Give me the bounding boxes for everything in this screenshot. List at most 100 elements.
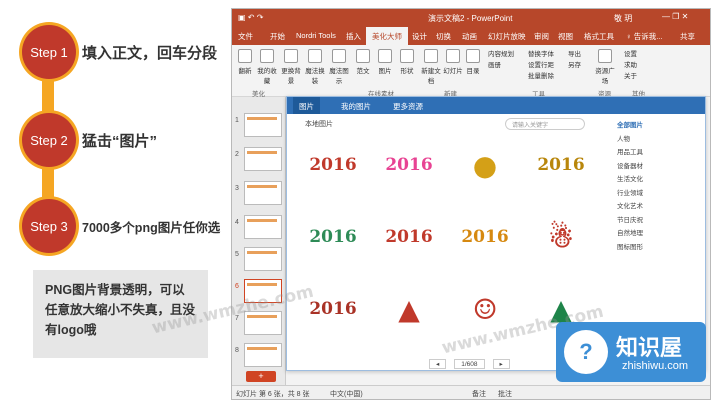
tab-pictures[interactable]: 图片 — [293, 97, 320, 114]
tab-home[interactable]: 开始 — [270, 31, 285, 42]
tab-nordri[interactable]: Nordri Tools — [296, 31, 336, 40]
templates-label: 范文 — [356, 68, 370, 75]
magic-dress-button[interactable]: 魔法换装 — [304, 49, 326, 85]
picture-icon — [378, 49, 392, 63]
next-page-button[interactable]: ▸ — [492, 359, 510, 369]
image-thumb[interactable]: 2016 — [379, 211, 439, 263]
step-3-text: 7000多个png图片任你选 — [82, 221, 221, 235]
tab-more-resources[interactable]: 更多资源 — [393, 101, 423, 112]
image-thumb[interactable]: 2016 — [379, 139, 439, 191]
help-button[interactable]: 求助 — [624, 60, 637, 71]
slide-number: 8 — [235, 347, 239, 354]
category-people[interactable]: 人物 — [617, 133, 697, 147]
add-slide-button[interactable]: + — [246, 371, 276, 382]
tab-format[interactable]: 格式工具 — [584, 31, 614, 42]
favorites-button[interactable]: 我的收藏 — [256, 49, 278, 85]
slide-thumb-3[interactable] — [244, 181, 282, 205]
image-thumb[interactable]: ● — [455, 139, 515, 191]
status-bar: 幻灯片 第 6 张，共 8 张 中文(中国) 备注 批注 — [232, 385, 710, 399]
batch-delete-button[interactable]: 批量删除 — [528, 71, 554, 82]
category-industry[interactable]: 行业领域 — [617, 187, 697, 201]
favorites-icon — [260, 49, 274, 63]
slide-number: 1 — [235, 117, 239, 124]
change-bg-button[interactable]: 更换背景 — [280, 49, 302, 85]
image-thumb[interactable]: 2016 — [303, 139, 363, 191]
slide-thumb-1[interactable] — [244, 113, 282, 137]
export-button[interactable]: 导出 — [568, 49, 581, 60]
other-group: 设置 求助 关于 — [624, 49, 637, 82]
picture-button[interactable]: 图片 — [374, 49, 396, 75]
prev-page-button[interactable]: ◂ — [429, 359, 447, 369]
search-input[interactable]: 请输入关键字 — [505, 118, 585, 130]
slide-number: 5 — [235, 251, 239, 258]
magic-dress-label: 魔法换装 — [305, 68, 325, 85]
diagram-icon — [332, 49, 346, 63]
category-festival[interactable]: 节日庆祝 — [617, 214, 697, 228]
image-thumb[interactable]: 2016 — [303, 211, 363, 263]
tab-transitions[interactable]: 切换 — [436, 31, 451, 42]
window-controls[interactable]: — ❐ ✕ — [662, 12, 688, 21]
image-thumb[interactable]: 2016 — [455, 211, 515, 263]
replace-font-button[interactable]: 替换字体 — [528, 49, 554, 60]
tab-view[interactable]: 视图 — [558, 31, 573, 42]
templates-button[interactable]: 范文 — [352, 49, 374, 75]
step-1-badge: Step 1 — [22, 25, 76, 79]
shape-icon — [400, 49, 414, 63]
image-thumb[interactable]: ▲ — [379, 283, 439, 335]
tab-design[interactable]: 设计 — [412, 31, 427, 42]
resource-plaza-button[interactable]: 资源广场 — [594, 49, 616, 85]
template-icon — [356, 49, 370, 63]
category-tools[interactable]: 用品工具 — [617, 146, 697, 160]
image-content: 2016 — [309, 155, 357, 175]
tab-my-pictures[interactable]: 我的图片 — [341, 101, 371, 112]
ribbon-tabs: 文件 开始 Nordri Tools 插入 美化大师 设计 切换 动画 幻灯片放… — [232, 27, 710, 45]
slide-thumb-8[interactable] — [244, 343, 282, 367]
picture-label: 图片 — [378, 68, 392, 75]
about-button[interactable]: 关于 — [624, 71, 637, 82]
comments-button[interactable]: 批注 — [498, 389, 512, 399]
page-indicator: 1/608 — [454, 359, 485, 369]
image-content: ☺ — [472, 292, 498, 326]
notes-button[interactable]: 备注 — [472, 389, 486, 399]
image-thumb[interactable]: 2016 — [531, 139, 591, 191]
new-doc-button[interactable]: 新建文档 — [420, 49, 442, 85]
tab-review[interactable]: 审阅 — [534, 31, 549, 42]
plan-button[interactable]: 内容规划 — [488, 49, 514, 60]
slide-icon — [446, 49, 460, 63]
album-button[interactable]: 画册 — [488, 60, 514, 71]
tab-beautify[interactable]: 美化大师 — [366, 27, 408, 45]
save-as-button[interactable]: 另存 — [568, 60, 581, 71]
settings-button[interactable]: 设置 — [624, 49, 637, 60]
slide-button[interactable]: 幻灯片 — [442, 49, 464, 75]
slide-thumb-5[interactable] — [244, 247, 282, 271]
local-pictures-button[interactable]: 本地图片 — [305, 119, 333, 129]
toc-button[interactable]: 目录 — [462, 49, 484, 75]
save-icon[interactable]: ▣ ↶ ↷ — [238, 13, 263, 22]
tools-small-group-2: 替换字体 设置行距 批量删除 — [528, 49, 554, 82]
help-icon: ? — [564, 330, 608, 374]
line-spacing-button[interactable]: 设置行距 — [528, 60, 554, 71]
category-all[interactable]: 全部图片 — [617, 119, 697, 133]
category-nature[interactable]: 自然地理 — [617, 227, 697, 241]
tell-me-search[interactable]: ♀ 告诉我... — [626, 31, 662, 42]
refresh-button[interactable]: 翻新 — [234, 49, 256, 75]
image-content: 2016 — [385, 227, 433, 247]
category-art[interactable]: 文化艺术 — [617, 200, 697, 214]
slide-thumb-2[interactable] — [244, 147, 282, 171]
category-list: 全部图片 人物 用品工具 设备器材 生活文化 行业领域 文化艺术 节日庆祝 自然… — [617, 119, 697, 254]
magic-dress-icon — [308, 49, 322, 63]
category-equipment[interactable]: 设备器材 — [617, 160, 697, 174]
tab-file[interactable]: 文件 — [238, 31, 253, 42]
category-icons[interactable]: 图标图形 — [617, 241, 697, 255]
magic-diagram-button[interactable]: 魔法图示 — [328, 49, 350, 85]
category-life[interactable]: 生活文化 — [617, 173, 697, 187]
shape-button[interactable]: 形状 — [396, 49, 418, 75]
logo-domain: zhishiwu.com — [622, 360, 689, 372]
tab-insert[interactable]: 插入 — [346, 31, 361, 42]
slide-thumb-4[interactable] — [244, 215, 282, 239]
tab-animations[interactable]: 动画 — [462, 31, 477, 42]
image-thumb[interactable]: ☃ — [531, 211, 591, 263]
share-button[interactable]: 共享 — [680, 31, 695, 42]
tab-slideshow[interactable]: 幻灯片放映 — [488, 31, 526, 42]
logo-brand: 知识屋 — [616, 335, 683, 360]
